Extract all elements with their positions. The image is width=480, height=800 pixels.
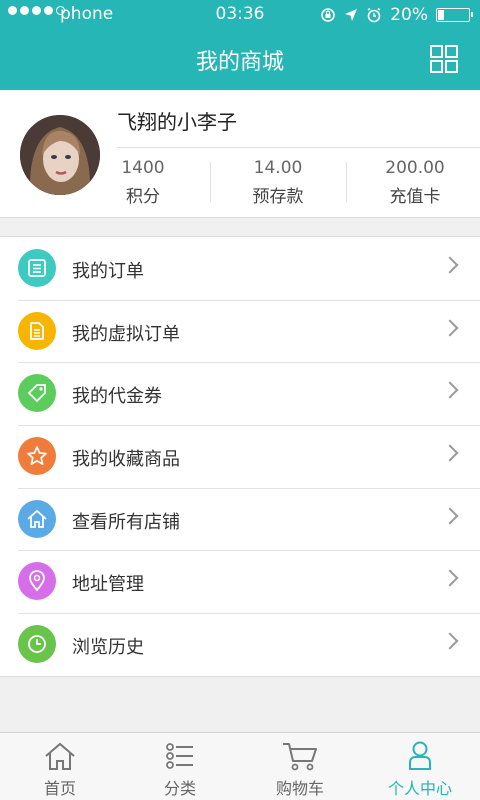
order-icon [18,249,56,287]
status-bar: phone 03:36 20% [0,0,480,30]
location-pin-icon [18,562,56,601]
stat-label: 积分 [126,187,160,207]
stat-points[interactable]: 1400 积分 [88,158,198,207]
menu-item-history[interactable]: 浏览历史 [0,613,480,676]
header: phone 03:36 20% 我的商城 [0,0,480,90]
grid-menu-button[interactable] [430,45,458,73]
menu-item-label: 查看所有店铺 [72,511,180,533]
menu-item-label: 地址管理 [72,574,144,596]
battery-icon [436,8,473,22]
alarm-icon [367,7,381,23]
voucher-tag-icon [18,374,56,413]
chevron-right-icon [441,256,459,274]
chevron-right-icon [441,319,459,337]
menu-item-virtual-orders[interactable]: 我的虚拟订单 [0,299,480,363]
menu-item-label: 我的代金券 [72,386,162,408]
stat-prepaid[interactable]: 14.00 预存款 [223,158,333,207]
clock-icon [18,625,56,664]
stat-separator [346,162,347,202]
tab-label: 首页 [43,779,76,798]
chevron-right-icon [441,507,459,525]
battery-percent: 20% [390,5,428,25]
tab-category[interactable]: 分类 [120,733,240,800]
bottom-tab-bar: 首页 分类 购物车 个人中心 [0,732,480,800]
stat-value: 1400 [121,158,165,178]
battery-level-fill [438,10,444,20]
category-list-icon [166,743,193,769]
tab-home[interactable]: 首页 [0,733,120,800]
menu-item-label: 我的订单 [72,261,144,282]
menu-item-vouchers[interactable]: 我的代金券 [0,362,480,425]
stat-value: 14.00 [253,158,303,178]
stat-value: 200.00 [385,158,445,178]
username: 飞翔的小李子 [117,110,237,134]
chevron-right-icon [441,632,459,650]
menu-item-favorites[interactable]: 我的收藏商品 [0,425,480,488]
grid-icon [430,45,458,73]
stat-separator [210,162,211,202]
menu-item-address[interactable]: 地址管理 [0,550,480,613]
stat-label: 充值卡 [389,187,441,207]
menu-item-label: 我的收藏商品 [72,449,180,471]
tab-cart[interactable]: 购物车 [240,733,360,800]
status-indicators: 20% [320,5,473,25]
rotation-lock-icon [321,8,336,22]
chevron-right-icon [441,444,459,462]
star-icon [18,437,56,476]
tab-personal-center[interactable]: 个人中心 [360,733,480,800]
tab-label: 个人中心 [387,779,452,798]
chevron-right-icon [441,569,459,587]
tab-label: 分类 [163,779,196,798]
menu-list: 我的订单 我的虚拟订单 我的代金券 我的收藏商品 查看所有店铺 地址管理 浏览历… [0,236,480,677]
menu-item-label: 浏览历史 [72,637,144,659]
cart-icon [283,743,317,771]
stat-recharge-card[interactable]: 200.00 充值卡 [360,158,470,207]
person-icon [409,741,431,770]
menu-item-label: 我的虚拟订单 [72,323,180,345]
home-icon [45,742,75,770]
menu-item-all-stores[interactable]: 查看所有店铺 [0,487,480,551]
stat-label: 预存款 [252,187,304,207]
chevron-right-icon [441,381,459,399]
location-arrow-icon [345,9,358,21]
page-title: 我的商城 [195,50,284,75]
menu-item-orders[interactable]: 我的订单 [0,237,480,300]
divider [117,147,480,148]
profile-card: 飞翔的小李子 1400 积分 14.00 预存款 200.00 充值卡 [0,90,480,218]
virtual-order-icon [18,311,56,350]
tab-label: 购物车 [275,779,324,798]
store-home-icon [18,499,56,538]
